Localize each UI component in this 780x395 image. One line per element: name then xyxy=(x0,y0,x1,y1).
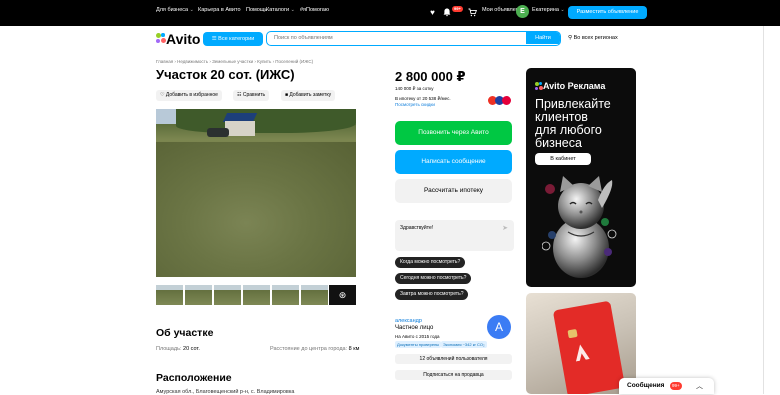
top-bar: Для бизнеса ⌄ Карьера в Авито Помощь Кат… xyxy=(0,0,780,26)
note-icon: ■ xyxy=(285,92,289,98)
seller-avatar[interactable]: А xyxy=(487,315,511,339)
card-chip-icon xyxy=(567,328,578,339)
mortgage-discounts-link[interactable]: Посмотреть скидки xyxy=(395,102,435,107)
address: Амурская обл., Благовещенский р-н, с. Вл… xyxy=(156,389,295,395)
search-bar: Найти xyxy=(266,31,561,46)
hashtag-link[interactable]: #яПомогаю xyxy=(300,7,329,13)
quick-question[interactable]: Завтра можно посмотреть? xyxy=(395,289,469,300)
bank-logo-icon xyxy=(575,344,590,362)
career-link[interactable]: Карьера в Авито xyxy=(198,7,241,13)
calc-mortgage-button[interactable]: Рассчитать ипотеку xyxy=(395,179,512,203)
bank-logo-icon xyxy=(502,96,511,105)
add-favorite-button[interactable]: ♡ Добавить в избранное xyxy=(156,90,222,101)
heart-icon: ♡ xyxy=(160,92,165,98)
messages-badge: 99+ xyxy=(670,382,682,390)
seller-name[interactable]: александр xyxy=(395,318,422,324)
distance-row: Расстояние до центра города: 8 км xyxy=(270,346,360,352)
ad-logo: Avito Реклама xyxy=(535,81,605,91)
region-selector[interactable]: ⚲ Во всех регионах xyxy=(568,35,618,41)
bank-card xyxy=(552,300,626,394)
avito-logo[interactable]: Avito xyxy=(156,31,200,47)
location-heading: Расположение xyxy=(156,372,232,384)
lucky-cat-icon xyxy=(542,176,617,278)
menu-icon: ☰ xyxy=(211,36,217,42)
eco-badge: Экономия ~342 кг CO₂ xyxy=(441,341,487,348)
catalogs-link[interactable]: Каталоги ⌄ xyxy=(266,7,295,13)
scrollbar-divider xyxy=(763,26,764,394)
main-photo[interactable] xyxy=(156,109,356,277)
all-categories-button[interactable]: ☰ Все категории xyxy=(203,32,263,46)
logo-dots-icon xyxy=(156,33,166,45)
call-button[interactable]: Позвонить через Авито xyxy=(395,121,512,145)
user-avatar[interactable]: Е xyxy=(516,5,529,18)
quick-question[interactable]: Сегодня можно посмотреть? xyxy=(395,273,472,284)
send-icon[interactable]: ➤ xyxy=(502,224,508,232)
chat-input-text[interactable]: Здравствуйте! xyxy=(400,225,433,231)
user-menu[interactable]: Екатерина ⌄ xyxy=(532,7,565,13)
seller-since: На Авито с 2015 года xyxy=(395,334,440,339)
ad-banner[interactable]: Avito Реклама Привлекайте клиентов для л… xyxy=(526,68,636,287)
thumbnail[interactable] xyxy=(214,285,241,305)
location-pin-icon: ⚲ xyxy=(568,35,573,41)
ad-cabinet-button[interactable]: В кабинет xyxy=(535,153,591,165)
write-message-button[interactable]: Написать сообщение xyxy=(395,150,512,174)
subscribe-button[interactable]: Подписаться на продавца xyxy=(395,370,512,380)
page-title: Участок 20 сот. (ИЖС) xyxy=(156,67,295,82)
logo-text: Avito xyxy=(166,31,201,47)
area-row: Площадь: 20 сот. xyxy=(156,346,200,352)
post-ad-button[interactable]: Разместить объявление xyxy=(568,6,647,19)
search-input[interactable] xyxy=(267,32,525,44)
price-per-sotka: 140 000 ₽ за сотку xyxy=(395,86,434,91)
about-heading: Об участке xyxy=(156,327,214,339)
for-business-link[interactable]: Для бизнеса ⌄ xyxy=(156,7,194,13)
messages-bar[interactable]: Сообщения 99+ ︿ xyxy=(619,378,714,394)
favorites-heart-icon[interactable]: ♥ xyxy=(428,8,437,17)
add-note-button[interactable]: ■ Добавить заметку xyxy=(281,90,336,101)
seller-ads-button[interactable]: 12 объявлений пользователя xyxy=(395,354,512,364)
help-link[interactable]: Помощь xyxy=(246,7,267,13)
seller-type: Частное лицо xyxy=(395,325,434,331)
bell-icon[interactable] xyxy=(442,8,451,17)
thumbnail[interactable] xyxy=(301,285,328,305)
thumbnail[interactable] xyxy=(156,285,183,305)
chevron-up-icon[interactable]: ︿ xyxy=(696,381,703,391)
ad-headline: Привлекайте клиентов для любого бизнеса xyxy=(535,97,611,150)
view-360-icon[interactable]: ⊛ xyxy=(329,285,356,305)
bell-badge: 99+ xyxy=(452,6,463,12)
quick-question[interactable]: Когда можно посмотреть? xyxy=(395,257,466,268)
cart-icon[interactable] xyxy=(468,8,478,17)
thumbnail[interactable] xyxy=(243,285,270,305)
compare-button[interactable]: ☷ Сравнить xyxy=(233,90,270,101)
chat-box[interactable]: Здравствуйте! ➤ xyxy=(395,220,514,251)
messages-label: Сообщения xyxy=(627,382,665,389)
compare-icon: ☷ xyxy=(237,92,242,98)
logo-dots-icon xyxy=(535,82,543,91)
price: 2 800 000 ₽ xyxy=(395,69,466,84)
docs-verified-badge: Документы проверены xyxy=(395,341,442,348)
search-button[interactable]: Найти xyxy=(526,32,560,44)
breadcrumb[interactable]: Главная › Недвижимость › Земельные участ… xyxy=(156,59,313,64)
thumbnail[interactable] xyxy=(185,285,212,305)
thumbnail[interactable] xyxy=(272,285,299,305)
